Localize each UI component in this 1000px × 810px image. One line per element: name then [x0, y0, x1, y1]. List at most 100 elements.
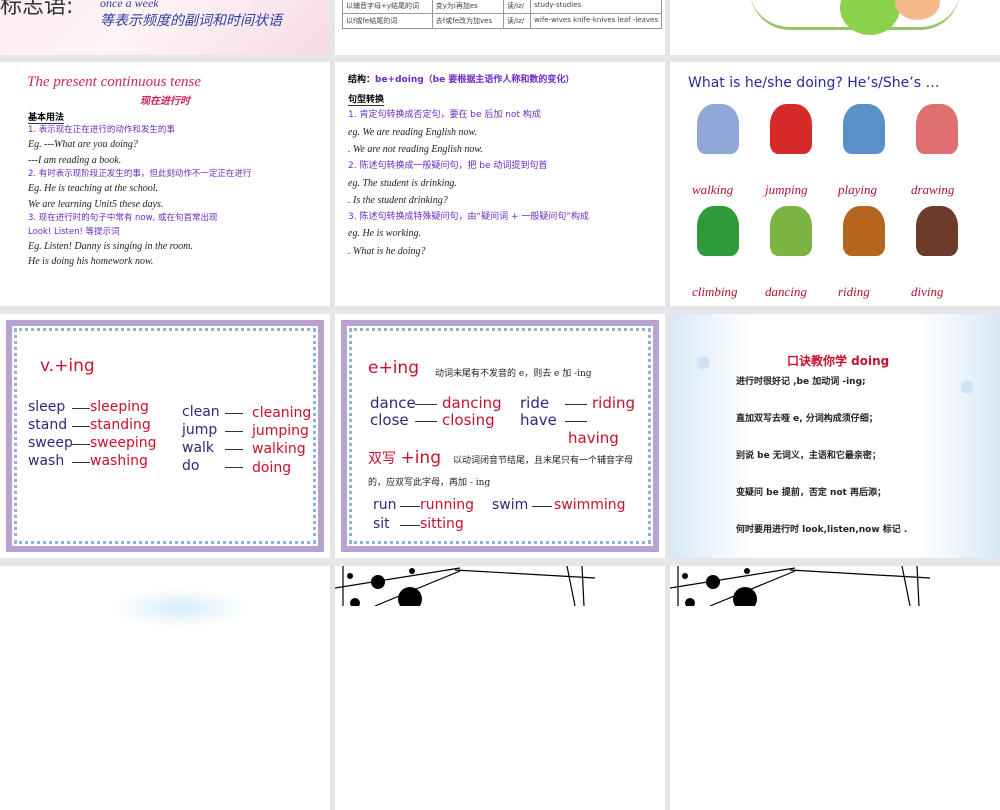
content-line: . What is he doing? [348, 245, 426, 257]
slide-thumbnail-9[interactable]: 口诀教你学 doing 进行时很好记 ,be 加动词 -ing; 直加双写去哑 e… [670, 314, 1000, 558]
slide-thumbnail-12[interactable] [670, 566, 1000, 810]
content-line: eg. The student is drinking. [348, 177, 457, 189]
section-heading: 句型转换 [348, 92, 385, 106]
arrow-icon [225, 467, 243, 468]
content-line: 1. 肯定句转换成否定句，要在 be 后加 not 构成 [348, 110, 541, 120]
activity-label: walking [692, 182, 734, 197]
drawing-figure-icon [916, 104, 958, 154]
table-row: 以辅音字母+y结尾的词 变y为i再加es 读/iz/study-studies [342, 0, 662, 14]
slide-title: The present continuous tense [27, 74, 202, 90]
base-verb: close [370, 411, 409, 429]
slide-thumbnail-1[interactable]: 标志语: once a week 等表示频度的副词和时间状语 [0, 0, 330, 55]
content-line: 3. 陈述句转换成特殊疑问句，由“疑问词 + 一般疑问句”构成 [348, 211, 590, 222]
base-verb: ride [520, 394, 550, 412]
content-line: . Is the student drinking? [348, 195, 448, 206]
content-lines: 1. 表示现在正在进行的动作和发生的事 Eg. ---What are you d… [28, 124, 318, 270]
activity-label: diving [911, 284, 944, 299]
ing-verb: dancing [442, 394, 502, 412]
content-line: . We are not reading English now. [348, 144, 483, 156]
arrow-icon [72, 462, 90, 463]
ing-verb: walking [252, 441, 306, 458]
activity-label: dancing [765, 284, 807, 299]
ing-verb: closing [442, 411, 495, 429]
slide-thumbnail-5[interactable]: 结构：be+doing（be 要根据主语作人称和数的变化） 句型转换 1. 肯定… [335, 62, 665, 306]
structure-label-text: 结构： [348, 75, 376, 85]
riding-figure-icon [843, 206, 885, 256]
slide-thumbnail-3[interactable] [670, 0, 1000, 55]
table-cell: 去f或fe改为加ves [431, 13, 504, 29]
climbing-figure-icon [697, 206, 739, 256]
ing-verb: sleeping [90, 399, 149, 415]
arrow-icon [565, 421, 587, 422]
content-line: 1. 表示现在正在进行的动作和发生的事 [28, 125, 175, 135]
slide-thumbnail-11[interactable] [335, 566, 665, 810]
content-line: eg. He is working. [348, 228, 422, 240]
walking-figure-icon [697, 104, 739, 154]
ing-verb: jumping [252, 423, 309, 440]
slide-title: 口诀教你学 doing [787, 354, 890, 368]
content-line: We are learning Unit5 these days. [28, 198, 164, 210]
rhyme-line: 直加双写去哑 e, 分词构成须仔细； [736, 414, 878, 424]
activity-label: drawing [911, 182, 955, 197]
base-verb: run [373, 497, 397, 513]
table-cell: wife-wives knife-knives leaf -leaves [530, 13, 662, 29]
ing-verb: doing [252, 459, 292, 476]
ing-verb: swimming [554, 497, 626, 513]
arrow-icon [72, 426, 90, 427]
content-line: Eg. ---What are you doing? [28, 139, 138, 151]
ing-verb: sitting [420, 516, 464, 532]
arrow-icon [400, 525, 420, 526]
base-verb: do [182, 458, 200, 474]
signal-label: 标志语: [0, 0, 74, 19]
description-text: 等表示频度的副词和时间状语 [100, 13, 282, 29]
rule-double-desc: 以动词闭音节结尾，且末尾只有一个辅音字母的，应双写此字母，再加 - ing [368, 456, 634, 488]
ing-verb: having [568, 429, 619, 447]
ing-verb: cleaning [252, 405, 312, 421]
table-cell: study-studies [530, 0, 662, 14]
slide-thumbnail-4[interactable]: The present continuous tense 现在进行时 基本用法 … [0, 62, 330, 306]
content-line: 3. 现在进行时的句子中常有 now, 或在句首常出现 [28, 213, 218, 224]
slide-thumbnail-6[interactable]: What is he/she doing? He’s/She’s … walki… [670, 62, 1000, 306]
table-row: 以f或fe结尾的词 去f或fe改为加ves 读/iz/wife-wives knif… [342, 13, 662, 29]
playing-figure-icon [843, 104, 885, 154]
slide-title: v.+ing [40, 356, 95, 376]
arrow-icon [415, 404, 437, 405]
slide-thumbnail-7[interactable]: v.+ing sleep sleeping stand standing sweep sw… [0, 314, 330, 558]
rules-table: 以辅音字母+y结尾的词 变y为i再加es 读/iz/study-studies 以f… [342, 0, 662, 29]
arrow-icon [415, 421, 437, 422]
activity-label: jumping [765, 182, 808, 197]
content-line: eg. We are reading English now. [348, 126, 477, 138]
base-verb: sit [373, 516, 390, 532]
rhyme-line: 进行时很好记 ,be 加动词 -ing; [736, 377, 866, 387]
dancing-figure-icon [770, 206, 812, 256]
arrow-icon [72, 444, 90, 445]
slide-thumbnail-8[interactable]: e+ing 动词末尾有不发音的 e，则去 e 加 -ing dance danci… [335, 314, 665, 558]
table-cell: 以辅音字母+y结尾的词 [342, 0, 433, 14]
base-verb: clean [182, 404, 220, 420]
ing-verb: riding [592, 394, 636, 412]
base-verb: jump [182, 422, 218, 438]
table-cell: 读/iz/ [502, 13, 532, 29]
line-dot-decoration [335, 566, 596, 611]
structure-label: 结构：be+doing（be 要根据主语作人称和数的变化） [348, 72, 574, 85]
arrow-icon [565, 404, 587, 405]
arrow-icon [225, 449, 243, 450]
slide-thumbnail-10[interactable] [0, 566, 330, 810]
diving-figure-icon [916, 206, 958, 256]
arrow-icon [532, 506, 552, 507]
base-verb: wash [28, 453, 65, 469]
base-verb: walk [182, 440, 215, 456]
table-cell: 以f或fe结尾的词 [342, 13, 433, 29]
slide-subtitle: 现在进行时 [140, 96, 190, 107]
base-verb: swim [492, 497, 529, 513]
content-line: Eg. He is teaching at the school. [28, 183, 158, 195]
rhyme-line: 变疑问 be 提前，否定 not 再后添； [736, 488, 886, 498]
ing-verb: running [420, 497, 475, 513]
line-dot-decoration [670, 566, 931, 611]
base-verb: stand [28, 417, 68, 433]
arrow-icon [225, 413, 243, 414]
rhyme-line: 别说 be 无词义，主语和它最亲密； [736, 451, 881, 461]
slide-thumbnail-2[interactable]: 以辅音字母+y结尾的词 变y为i再加es 读/iz/study-studies 以f… [335, 0, 665, 55]
structure-formula: be+doing（be 要根据主语作人称和数的变化） [375, 75, 575, 85]
ing-verb-column: cleaning jumping walking doing [252, 404, 312, 477]
